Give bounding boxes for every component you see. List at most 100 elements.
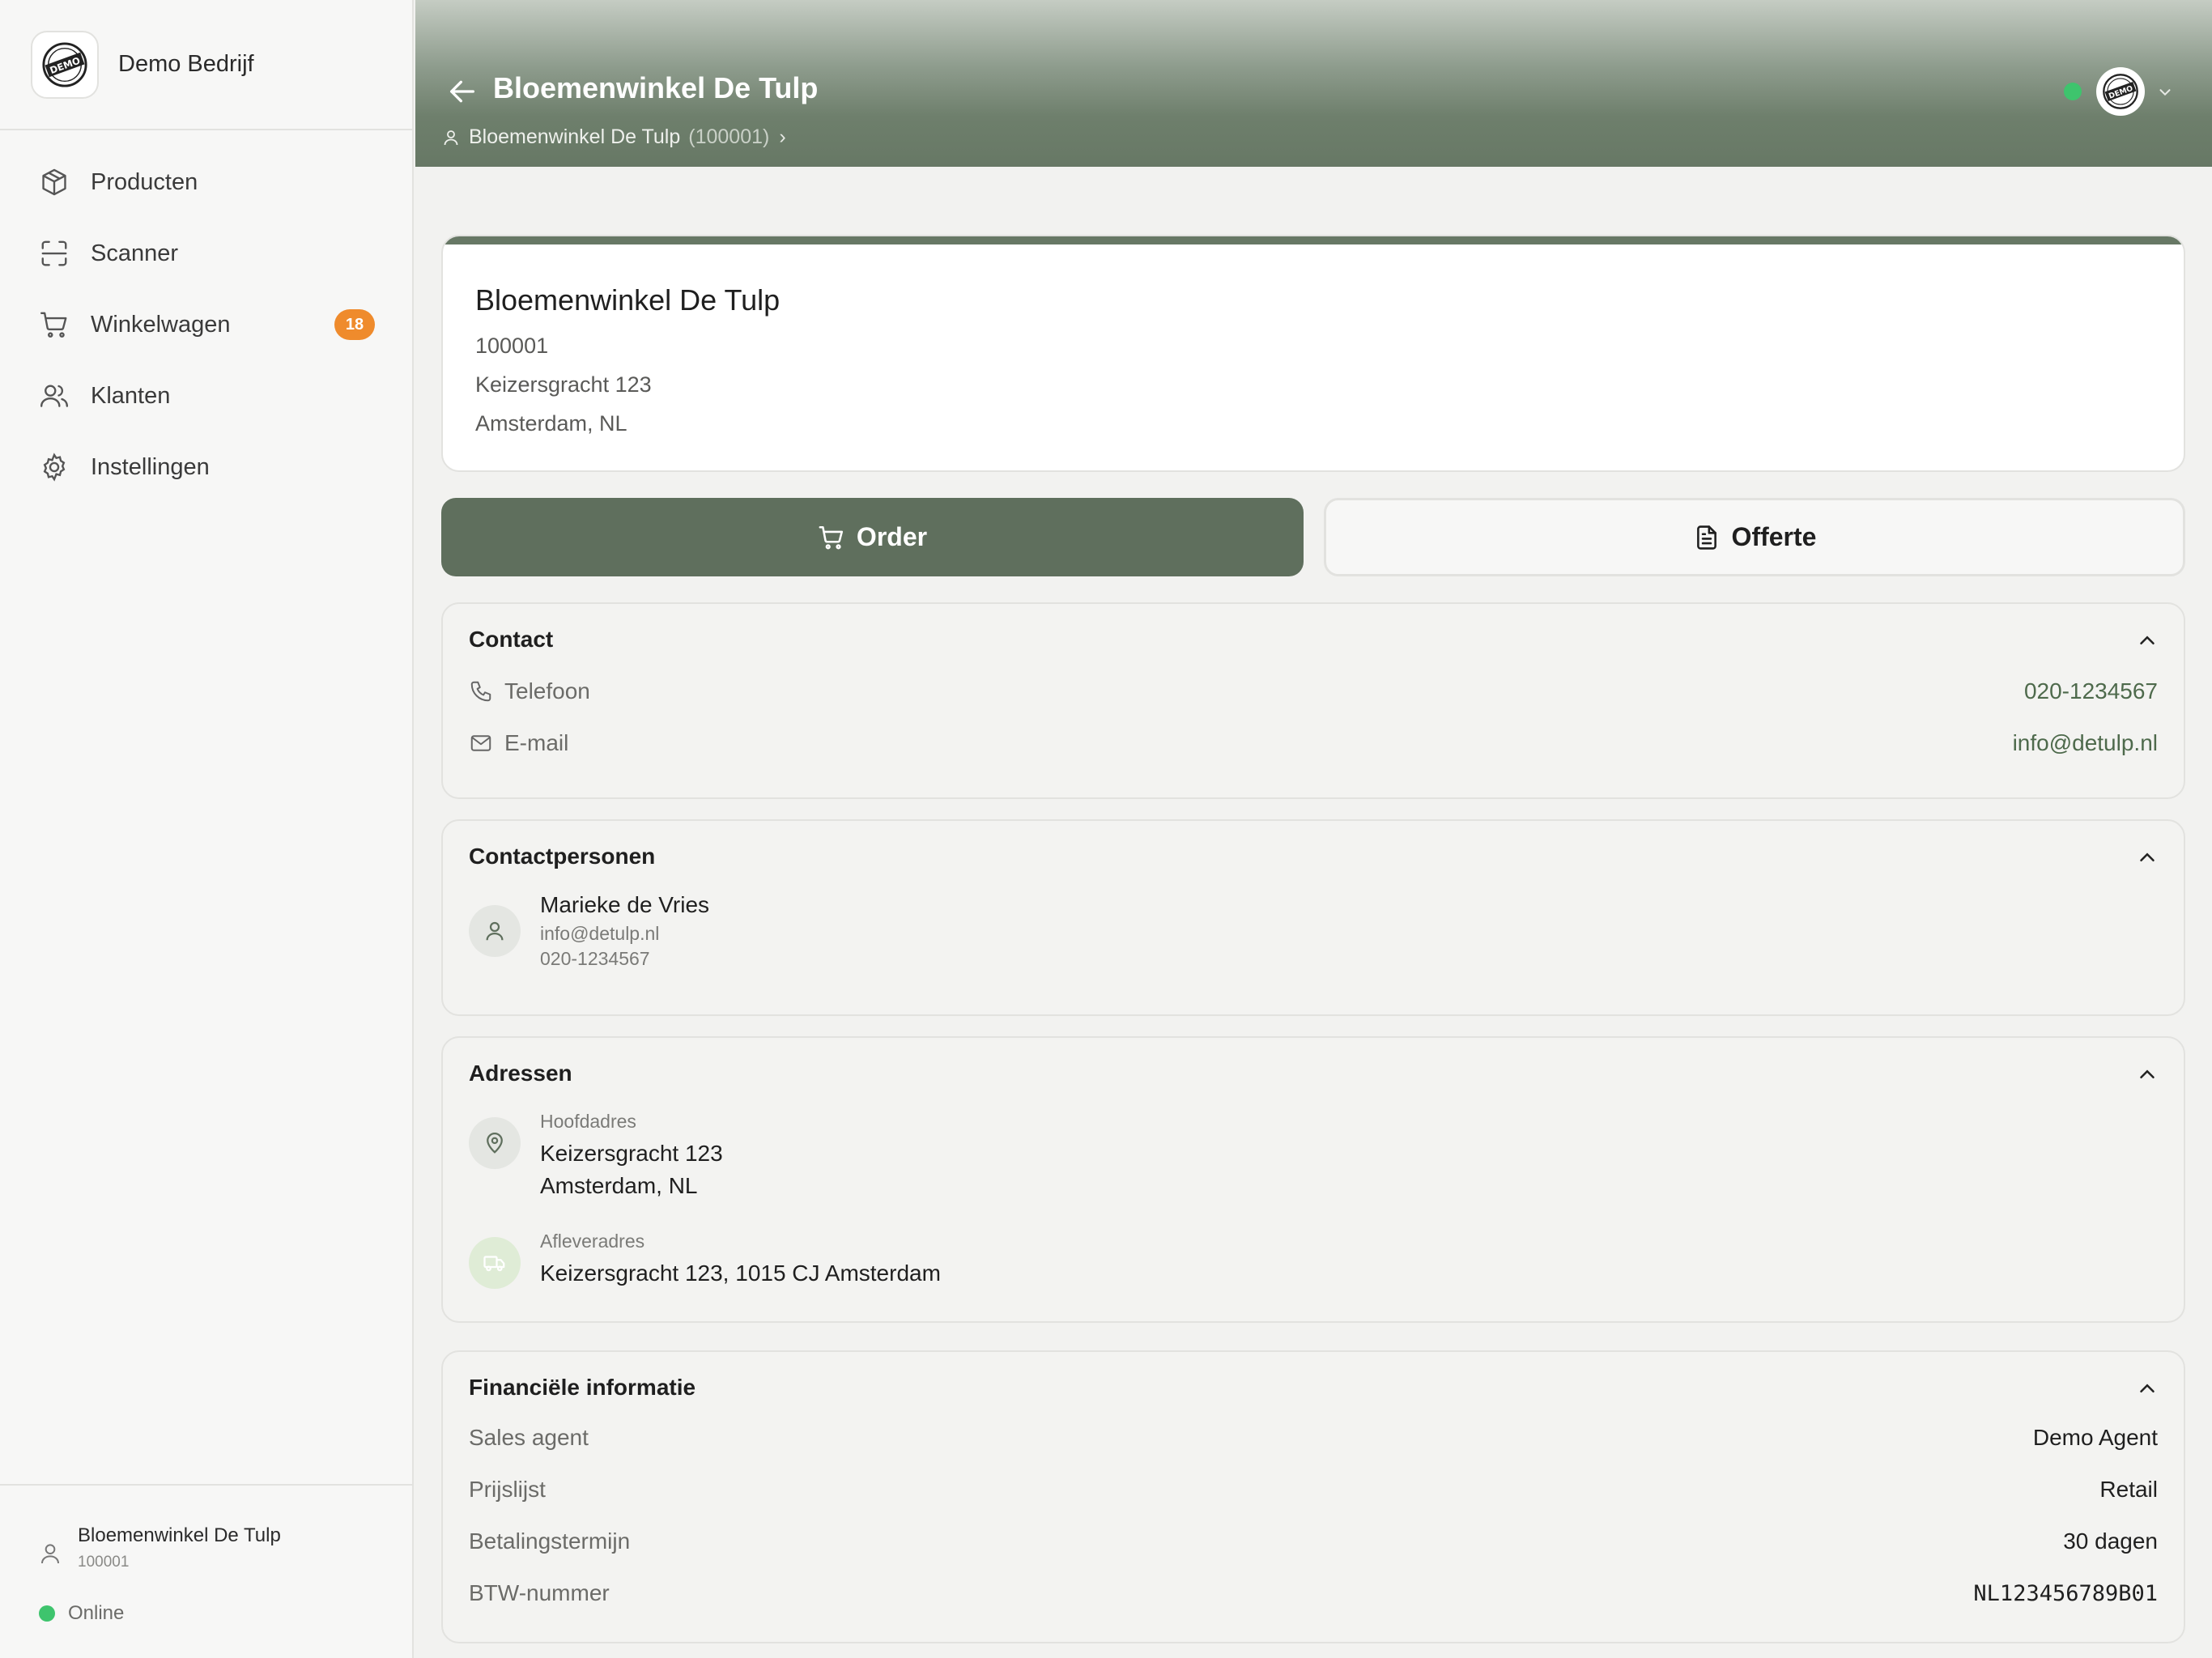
customer-street: Keizersgracht 123 <box>475 372 652 397</box>
truck-icon <box>483 1256 505 1272</box>
demo-logo-icon: DEMO <box>31 30 99 99</box>
breadcrumb-chevron-icon: › <box>779 125 786 148</box>
sidebar-item-instellingen[interactable]: Instellingen <box>0 432 412 503</box>
customer-city: Amsterdam, NL <box>475 411 627 436</box>
email-label: E-mail <box>504 730 569 755</box>
breadcrumb-name: Bloemenwinkel De Tulp <box>469 125 681 148</box>
chevron-down-icon[interactable] <box>2156 83 2174 101</box>
section-title: Contact <box>469 627 554 652</box>
addresses-section: Adressen Hoofdadres Keizersgracht 123 Am… <box>441 1036 2185 1323</box>
financial-value: 30 dagen <box>2063 1528 2158 1554</box>
chevron-up-icon[interactable] <box>2135 628 2159 653</box>
sidebar-item-label: Klanten <box>91 382 171 409</box>
cart-icon <box>40 312 67 338</box>
brand[interactable]: DEMO Demo Bedrijf <box>0 0 412 130</box>
main-address: Hoofdadres Keizersgracht 123 Amsterdam, … <box>469 1111 723 1199</box>
connection-status: Online <box>39 1602 124 1625</box>
email-row: E-mail info@detulp.nl <box>469 727 2158 759</box>
demo-logo-icon: DEMO <box>2103 74 2138 109</box>
contactpersons-section: Contactpersonen Marieke de Vries info@de… <box>441 819 2185 1016</box>
page-title: Bloemenwinkel De Tulp <box>493 71 819 104</box>
customer-info-card: Bloemenwinkel De Tulp 100001 Keizersgrac… <box>441 235 2185 472</box>
sidebar-item-label: Producten <box>91 168 198 195</box>
sidebar-item-scanner[interactable]: Scanner <box>0 218 412 289</box>
customer-name: Bloemenwinkel De Tulp <box>475 283 781 317</box>
financial-label: BTW-nummer <box>469 1580 610 1605</box>
scan-icon <box>41 240 67 266</box>
cart-count-badge: 18 <box>334 309 375 340</box>
chevron-up-icon[interactable] <box>2135 1376 2159 1401</box>
financial-value: NL123456789B01 <box>1973 1580 2158 1606</box>
user-icon <box>41 1544 59 1564</box>
order-button-label: Order <box>856 522 928 551</box>
back-arrow-icon[interactable] <box>446 75 479 108</box>
selected-customer-id: 100001 <box>78 1554 130 1571</box>
financial-label: Sales agent <box>469 1425 589 1450</box>
chevron-up-icon[interactable] <box>2135 1062 2159 1086</box>
map-pin-icon <box>487 1133 503 1154</box>
list-item[interactable]: Marieke de Vries info@detulp.nl 020-1234… <box>469 892 709 970</box>
mail-icon <box>470 735 491 751</box>
sidebar-footer: Bloemenwinkel De Tulp 100001 Online <box>0 1484 412 1658</box>
delivery-avatar <box>469 1237 521 1289</box>
breadcrumb[interactable]: Bloemenwinkel De Tulp (100001) › <box>441 125 786 149</box>
online-status-dot-icon <box>2064 83 2082 100</box>
status-label: Online <box>68 1602 125 1624</box>
users-icon <box>40 385 69 407</box>
sidebar-item-winkelwagen[interactable]: Winkelwagen 18 <box>0 289 412 360</box>
delivery-address-line: Keizersgracht 123, 1015 CJ Amsterdam <box>540 1261 941 1286</box>
package-icon <box>42 168 66 196</box>
selected-customer[interactable]: Bloemenwinkel De Tulp 100001 <box>37 1524 281 1571</box>
table-row: Betalingstermijn 30 dagen <box>469 1525 2158 1558</box>
document-icon <box>1696 525 1716 550</box>
sidebar-item-producten[interactable]: Producten <box>0 147 412 218</box>
section-title: Contactpersonen <box>469 844 656 869</box>
phone-row: Telefoon 020-1234567 <box>469 675 2158 708</box>
brand-name: Demo Bedrijf <box>118 51 254 77</box>
cart-icon <box>819 525 843 549</box>
financial-label: Betalingstermijn <box>469 1528 631 1554</box>
financial-value: Retail <box>2099 1477 2158 1502</box>
offerte-button-label: Offerte <box>1731 522 1817 551</box>
sidebar-item-label: Instellingen <box>91 453 210 480</box>
action-buttons: Order Offerte <box>441 498 2185 576</box>
breadcrumb-id: (100001) <box>688 125 770 148</box>
contact-section: Contact Telefoon 020-1234567 E-mail info… <box>441 602 2185 799</box>
phone-label: Telefoon <box>504 678 590 704</box>
table-row: Sales agent Demo Agent <box>469 1422 2158 1454</box>
section-title: Financiële informatie <box>469 1375 696 1400</box>
person-avatar <box>469 905 521 957</box>
financial-section: Financiële informatie Sales agent Demo A… <box>441 1350 2185 1643</box>
sidebar-item-label: Winkelwagen <box>91 311 231 338</box>
gear-icon <box>43 453 66 482</box>
avatar[interactable]: DEMO <box>2096 67 2145 116</box>
financial-label: Prijslijst <box>469 1477 546 1502</box>
customer-number: 100001 <box>475 334 549 358</box>
chevron-up-icon[interactable] <box>2135 845 2159 869</box>
sidebar-item-klanten[interactable]: Klanten <box>0 360 412 432</box>
order-button[interactable]: Order <box>441 498 1304 576</box>
offerte-button[interactable]: Offerte <box>1324 498 2185 576</box>
financial-value: Demo Agent <box>2032 1425 2158 1450</box>
person-email: info@detulp.nl <box>540 923 660 944</box>
delivery-address: Afleveradres Keizersgracht 123, 1015 CJ … <box>469 1231 941 1289</box>
address-avatar <box>469 1117 521 1169</box>
email-value[interactable]: info@detulp.nl <box>2013 730 2158 756</box>
main-address-label: Hoofdadres <box>540 1111 636 1132</box>
phone-value[interactable]: 020-1234567 <box>2024 678 2158 704</box>
sidebar-item-label: Scanner <box>91 240 179 266</box>
main-address-line2: Amsterdam, NL <box>540 1173 698 1198</box>
sidebar: DEMO Demo Bedrijf Producten Scanner Wink… <box>0 0 414 1658</box>
page-header: Bloemenwinkel De Tulp Bloemenwinkel De T… <box>415 0 2212 167</box>
person-name: Marieke de Vries <box>540 892 710 917</box>
selected-customer-name: Bloemenwinkel De Tulp <box>78 1524 281 1546</box>
person-phone: 020-1234567 <box>540 948 650 969</box>
status-dot-icon <box>39 1605 55 1622</box>
section-title: Adressen <box>469 1061 572 1086</box>
main-address-line1: Keizersgracht 123 <box>540 1141 723 1166</box>
table-row: Prijslijst Retail <box>469 1473 2158 1506</box>
delivery-address-label: Afleveradres <box>540 1231 645 1252</box>
user-icon <box>444 130 458 145</box>
phone-icon <box>470 681 491 702</box>
user-icon <box>486 921 504 941</box>
